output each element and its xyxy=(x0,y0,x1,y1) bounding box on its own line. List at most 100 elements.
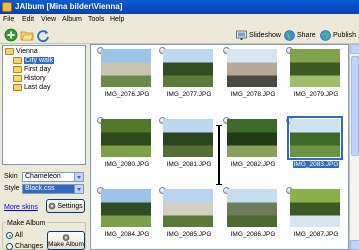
slideshow-icon xyxy=(236,30,247,40)
chevron-down-icon xyxy=(74,185,83,193)
thumbnail-filename: IMG_2083.JPG xyxy=(292,161,340,168)
thumbnail-image xyxy=(163,49,213,87)
publish-button[interactable]: Publish xyxy=(320,29,356,42)
radio-all[interactable] xyxy=(6,232,13,239)
thumbnail-image xyxy=(227,49,277,87)
thumbnail-filename: IMG_2086.JPG xyxy=(230,231,276,238)
thumbnail-filename: IMG_2079.JPG xyxy=(293,91,339,98)
thumbnail-image xyxy=(101,49,151,87)
gear-icon xyxy=(49,202,56,210)
tree-item-first-day[interactable]: First day xyxy=(13,66,51,73)
slideshow-button[interactable]: Slideshow xyxy=(236,29,281,42)
thumbnail-image xyxy=(163,189,213,227)
thumbnail-filename: IMG_2080.JPG xyxy=(104,161,150,168)
thumbnail-filename: IMG_2076.JPG xyxy=(104,91,150,98)
tree-item-label: City walk xyxy=(24,57,55,64)
settings-label: Settings xyxy=(57,202,83,210)
skin-select[interactable]: Chameleon xyxy=(22,172,84,182)
skin-value: Chameleon xyxy=(25,173,61,180)
style-value: Black.css xyxy=(25,185,55,192)
vertical-scrollbar[interactable] xyxy=(349,44,359,250)
thumbnail-image xyxy=(287,116,343,160)
title-bar: JAlbum [Mina bilder\Vienna] xyxy=(0,0,359,14)
thumbnail[interactable]: IMG_2082.JPG xyxy=(221,111,285,175)
share-button[interactable]: Share xyxy=(284,29,316,42)
thumbnail-caption: IMG_2078.JPG xyxy=(221,91,285,98)
scroll-up-button[interactable] xyxy=(350,44,359,54)
thumbnail-image xyxy=(227,189,277,227)
thumbnail-caption: IMG_2076.JPG xyxy=(95,91,159,98)
menu-bar: File Edit View Album Tools Help xyxy=(0,14,359,26)
globe-icon xyxy=(284,30,295,41)
style-label: Style xyxy=(4,185,20,192)
thumbnail-caption: IMG_2085.JPG xyxy=(157,231,221,238)
gear-icon xyxy=(62,233,70,241)
thumbnail[interactable]: IMG_2078.JPG xyxy=(221,45,285,105)
style-select[interactable]: Black.css xyxy=(22,184,84,194)
thumbnail-grid[interactable]: IMG_2076.JPG IMG_2077.JPG IMG_2078.JPG IMG_… xyxy=(90,44,349,250)
folder-icon xyxy=(13,57,22,64)
thumbnail[interactable]: IMG_2086.JPG xyxy=(221,181,285,245)
tree-root-label: Vienna xyxy=(16,48,38,55)
settings-button[interactable]: Settings xyxy=(46,199,85,213)
thumbnail-filename: IMG_2077.JPG xyxy=(166,91,212,98)
folder-icon xyxy=(5,48,14,55)
thumbnail-image xyxy=(163,119,213,157)
thumbnail-image xyxy=(227,119,277,157)
radio-changes[interactable] xyxy=(6,243,13,250)
thumbnail-caption: IMG_2083.JPG xyxy=(284,161,348,168)
menu-tools[interactable]: Tools xyxy=(88,16,104,23)
add-icon[interactable] xyxy=(4,28,18,42)
thumbnail-caption: IMG_2084.JPG xyxy=(95,231,159,238)
thumbnail-image xyxy=(290,49,340,87)
thumbnail-filename: IMG_2087.JPG xyxy=(293,231,339,238)
folder-icon xyxy=(13,84,22,91)
thumbnail-filename: IMG_2081.JPG xyxy=(166,161,212,168)
tree-root-vienna[interactable]: Vienna xyxy=(5,48,38,55)
tree-item-label: First day xyxy=(24,66,51,73)
app-icon xyxy=(2,2,12,12)
thumbnail[interactable]: IMG_2077.JPG xyxy=(157,45,221,105)
thumbnail[interactable]: IMG_2087.JPG xyxy=(284,181,348,245)
publish-label: Publish xyxy=(333,32,356,39)
make-album-title: Make Album xyxy=(6,220,47,227)
folder-tree[interactable]: Vienna City walk First day History Last … xyxy=(2,45,86,165)
thumbnail-filename: IMG_2085.JPG xyxy=(166,231,212,238)
skin-label: Skin xyxy=(4,173,18,180)
tree-item-label: History xyxy=(24,75,46,82)
more-skins-link[interactable]: More skins xyxy=(4,204,38,211)
thumbnail-image xyxy=(101,119,151,157)
tree-item-last-day[interactable]: Last day xyxy=(13,84,50,91)
thumbnail-caption: IMG_2082.JPG xyxy=(221,161,285,168)
thumbnail-filename: IMG_2078.JPG xyxy=(230,91,276,98)
tree-item-city-walk[interactable]: City walk xyxy=(13,57,55,64)
menu-file[interactable]: File xyxy=(3,16,14,23)
radio-changes-label: Changes xyxy=(15,243,44,250)
thumbnail[interactable]: IMG_2079.JPG xyxy=(284,45,348,105)
tree-item-history[interactable]: History xyxy=(13,75,46,82)
thumbnail-caption: IMG_2079.JPG xyxy=(284,91,348,98)
refresh-icon[interactable] xyxy=(36,28,50,42)
window-title: JAlbum [Mina bilder\Vienna] xyxy=(15,2,123,11)
tree-item-label: Last day xyxy=(24,84,51,91)
thumbnail-caption: IMG_2081.JPG xyxy=(157,161,221,168)
scrollbar-thumb[interactable] xyxy=(351,56,359,156)
thumbnail-caption: IMG_2086.JPG xyxy=(221,231,285,238)
thumbnail[interactable]: IMG_2083.JPG xyxy=(284,111,348,175)
menu-view[interactable]: View xyxy=(41,16,56,23)
make-album-button[interactable]: Make Album xyxy=(47,231,85,250)
thumbnail-image xyxy=(290,189,340,227)
thumbnail[interactable]: IMG_2085.JPG xyxy=(157,181,221,245)
scroll-down-button[interactable] xyxy=(350,240,359,250)
share-label: Share xyxy=(297,32,316,39)
thumbnail[interactable]: IMG_2080.JPG xyxy=(95,111,159,175)
chevron-down-icon xyxy=(74,173,83,181)
menu-help[interactable]: Help xyxy=(110,16,124,23)
thumbnail[interactable]: IMG_2084.JPG xyxy=(95,181,159,245)
slideshow-label: Slideshow xyxy=(249,32,281,39)
menu-album[interactable]: Album xyxy=(62,16,82,23)
thumbnail[interactable]: IMG_2081.JPG xyxy=(157,111,221,175)
open-folder-icon[interactable] xyxy=(20,28,34,42)
thumbnail[interactable]: IMG_2076.JPG xyxy=(95,45,159,105)
menu-edit[interactable]: Edit xyxy=(22,16,34,23)
